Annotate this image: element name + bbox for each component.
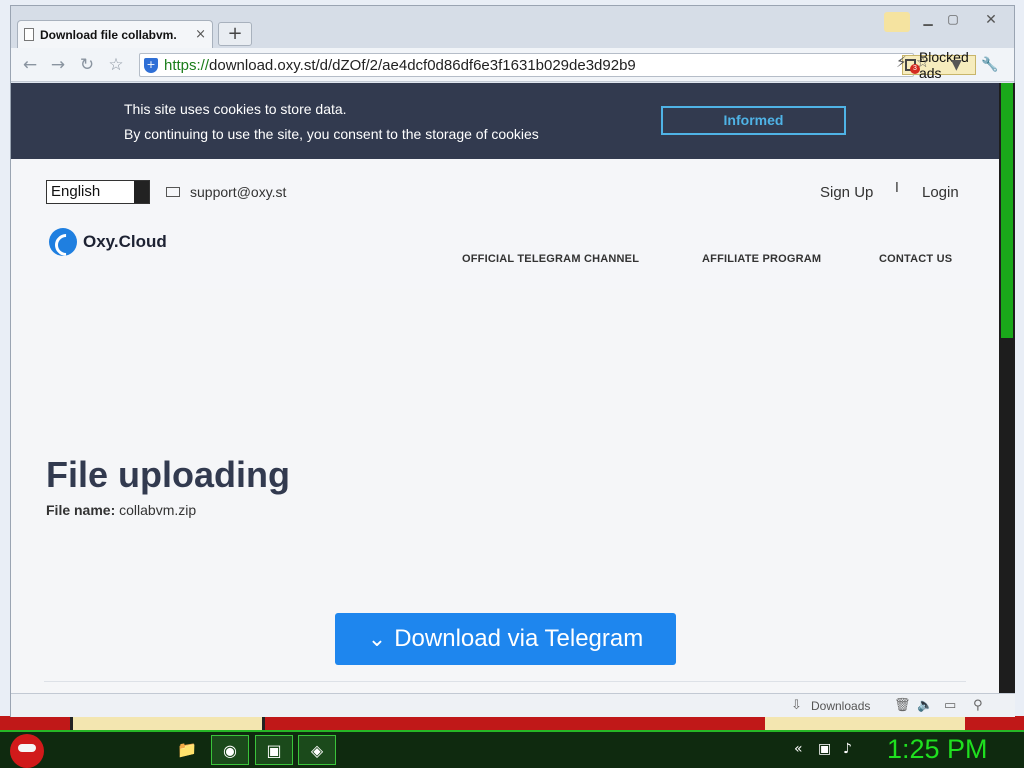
security-shield-icon: + — [144, 57, 158, 73]
chrome-app-icon[interactable]: ◉ — [211, 735, 249, 765]
start-button[interactable] — [10, 734, 44, 768]
oxy-logo-icon — [49, 228, 77, 256]
lightning-icon[interactable]: ⚡ — [896, 53, 907, 71]
monitor-icon: 3 — [905, 59, 920, 74]
download-telegram-button[interactable]: ⌄ Download via Telegram — [335, 613, 676, 665]
browser-tab[interactable]: Download file collabvm. × — [17, 20, 213, 48]
address-bar[interactable]: + https://download.oxy.st/d/dZOf/2/ae4dc… — [139, 49, 976, 81]
vertical-scrollbar[interactable] — [999, 83, 1015, 693]
new-tab-button[interactable]: + — [218, 22, 252, 46]
site-header: English support@oxy.st Sign Up I Login O… — [11, 159, 999, 289]
support-email[interactable]: support@oxy.st — [166, 184, 286, 200]
nav-telegram-channel[interactable]: OFFICIAL TELEGRAM CHANNEL — [462, 253, 639, 265]
select-arrow-icon — [134, 181, 149, 203]
nav-contact-us[interactable]: CONTACT US — [879, 253, 952, 265]
login-link[interactable]: Login — [922, 184, 959, 201]
browser-window: Download file collabvm. × + ▁ ▢ ✕ ← → ↻ … — [10, 5, 1015, 717]
content-divider — [44, 681, 966, 682]
blocked-ads-badge[interactable]: 3 Blocked ads — [902, 49, 976, 81]
browser-toolbar: ← → ↻ ☆ + https://download.oxy.st/d/dZOf… — [11, 48, 1014, 82]
bookmark-star-icon[interactable]: ☆ — [105, 55, 127, 75]
minimize-button[interactable]: ▁ — [916, 12, 940, 26]
folder-app-icon[interactable]: 📁 — [168, 735, 206, 765]
taskbar-clock[interactable]: 1:25 PM — [887, 734, 988, 765]
wrench-icon[interactable]: 🔧 — [981, 57, 998, 73]
zoom-icon[interactable]: ⚲ — [973, 698, 983, 713]
close-window-button[interactable]: ✕ — [979, 12, 1003, 28]
page-viewport: This site uses cookies to store data. By… — [11, 83, 999, 693]
browser-app-icon[interactable]: ◈ — [298, 735, 336, 765]
file-name-row: File name: collabvm.zip — [46, 502, 196, 518]
back-button[interactable]: ← — [19, 55, 41, 75]
status-bar: ⇩ Downloads 🗑 🔈 ▭ ⚲ — [11, 693, 1015, 717]
reload-button[interactable]: ↻ — [76, 55, 98, 75]
trash-icon[interactable]: 🗑 — [894, 698, 911, 713]
download-tray-icon: ⇩ — [791, 698, 802, 713]
downloads-button[interactable]: Downloads — [811, 699, 870, 713]
desktop-wallpaper-strip — [0, 716, 1024, 730]
nav-separator: I — [895, 181, 899, 196]
envelope-icon — [166, 187, 180, 197]
tab-close-icon[interactable]: × — [195, 27, 206, 42]
title-bar: Download file collabvm. × + ▁ ▢ ✕ — [11, 6, 1014, 48]
signup-link[interactable]: Sign Up — [820, 184, 873, 201]
speaker-icon[interactable]: 🔈 — [917, 698, 933, 713]
file-name-label: File name: — [46, 502, 116, 518]
window-app-icon[interactable]: ▣ — [255, 735, 293, 765]
scrollbar-thumb[interactable] — [1001, 83, 1013, 338]
informed-button[interactable]: Informed — [661, 106, 846, 135]
document-icon — [24, 28, 34, 41]
cookie-banner: This site uses cookies to store data. By… — [11, 83, 999, 159]
cookie-text-line2: By continuing to use the site, you conse… — [124, 126, 539, 142]
screen-icon[interactable]: ▭ — [944, 698, 956, 713]
url-text[interactable]: https://download.oxy.st/d/dZOf/2/ae4dcf0… — [164, 57, 913, 74]
double-chevron-down-icon: ⌄ — [367, 626, 387, 651]
logo-text: Oxy.Cloud — [83, 232, 167, 251]
forward-button[interactable]: → — [47, 55, 69, 75]
taskbar: 📁 ◉ ▣ ◈ « ▣ ♪ 1:25 PM — [0, 730, 1024, 768]
site-logo[interactable]: Oxy.Cloud — [49, 228, 167, 256]
star-icon[interactable]: ☆ — [916, 53, 929, 71]
tray-arrow-icon[interactable]: « — [794, 741, 803, 757]
cookie-text-line1: This site uses cookies to store data. — [124, 101, 347, 117]
nav-affiliate-program[interactable]: AFFILIATE PROGRAM — [702, 253, 821, 265]
language-select[interactable]: English — [46, 180, 150, 204]
tab-title: Download file collabvm. — [40, 27, 177, 42]
file-name-value: collabvm.zip — [119, 502, 197, 518]
theme-icon[interactable] — [884, 12, 910, 32]
dropdown-arrow-icon[interactable]: ▼ — [951, 57, 962, 73]
network-icon[interactable]: ▣ — [818, 741, 831, 757]
maximize-button[interactable]: ▢ — [941, 12, 965, 26]
page-title: File uploading — [46, 454, 290, 495]
volume-icon[interactable]: ♪ — [843, 741, 852, 757]
